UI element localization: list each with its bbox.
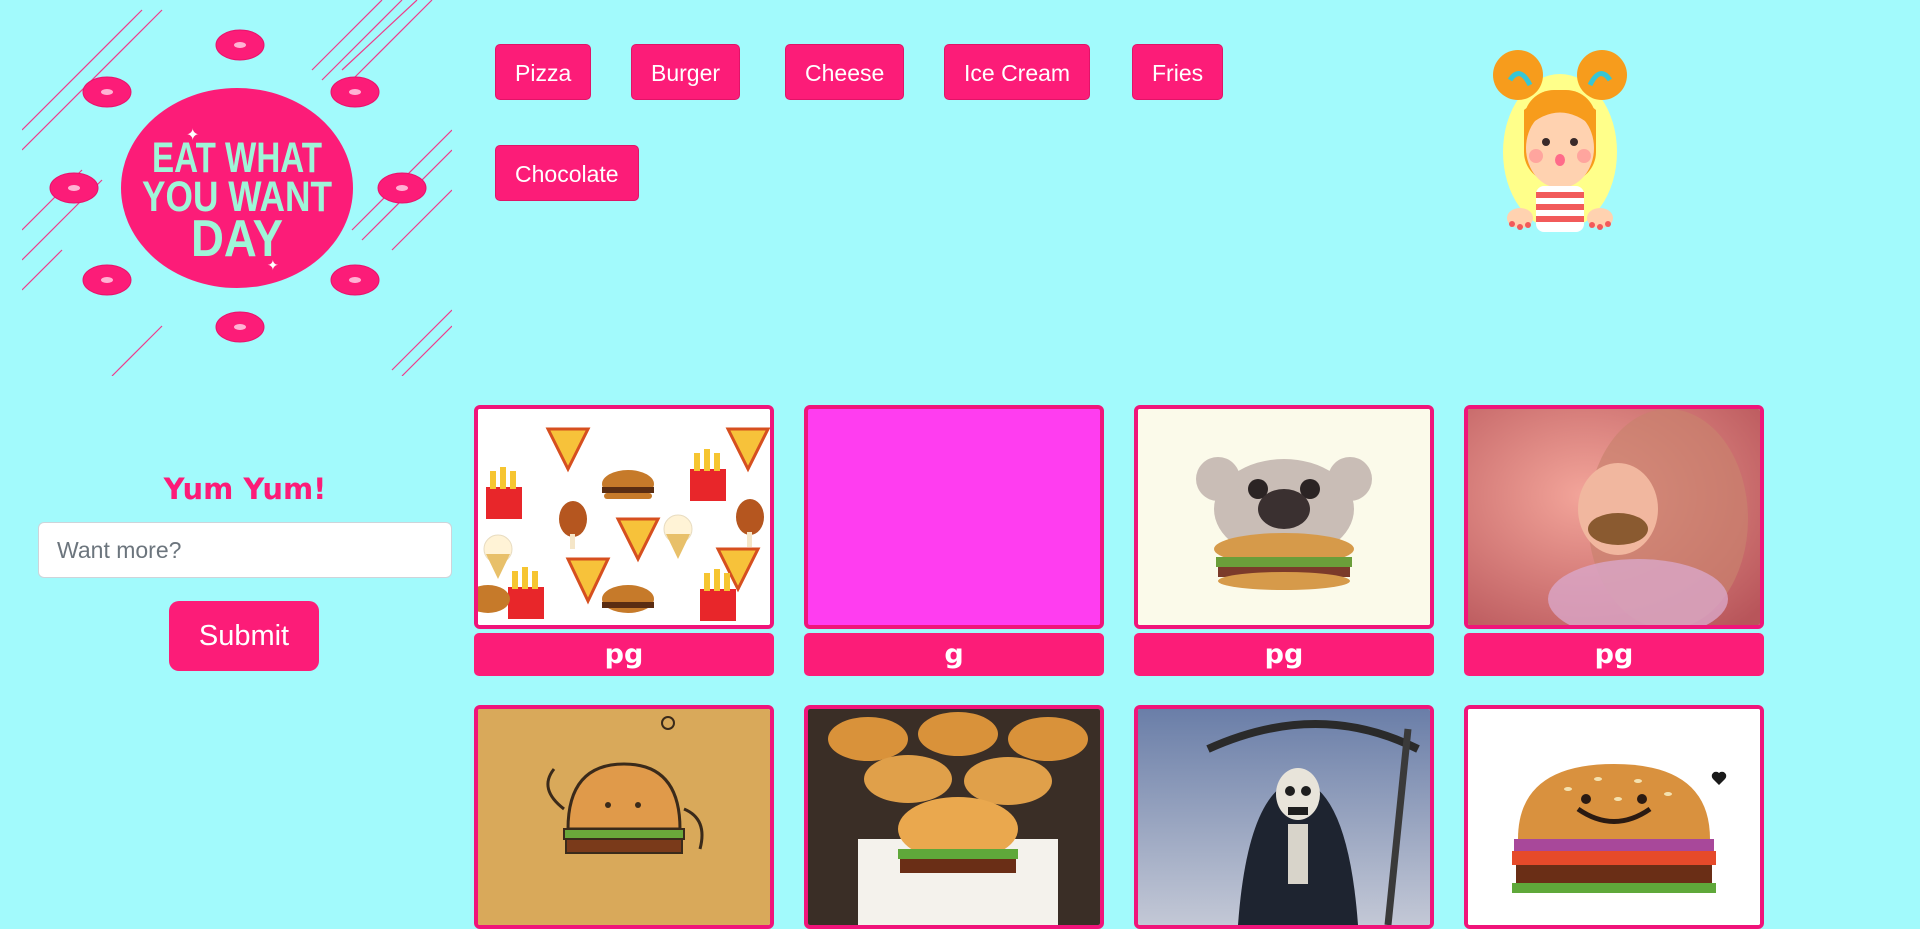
girl-mascot-icon — [1493, 50, 1627, 232]
form-title: Yum Yum! — [163, 472, 327, 506]
gif-rating: pg — [1464, 633, 1764, 676]
search-input[interactable] — [38, 522, 452, 578]
topic-button-burger[interactable]: Burger — [631, 44, 741, 100]
gif-card[interactable] — [804, 705, 1104, 929]
gif-card[interactable] — [474, 705, 774, 929]
gif-card[interactable]: pg — [474, 405, 774, 676]
topic-button-cheese[interactable]: Cheese — [785, 44, 905, 100]
cartoon-burger-image[interactable] — [474, 705, 774, 929]
girl-eating-burger-image[interactable] — [1464, 405, 1764, 629]
submit-button[interactable]: Submit — [169, 601, 319, 671]
magenta-blank-image[interactable] — [804, 405, 1104, 629]
gif-rating: pg — [474, 633, 774, 676]
gif-card[interactable]: g — [804, 405, 1104, 676]
topic-button-pizza[interactable]: Pizza — [495, 44, 592, 100]
svg-text:✦: ✦ — [267, 258, 279, 274]
gif-rating: pg — [1134, 633, 1434, 676]
gif-card[interactable]: pg — [1464, 405, 1764, 676]
topic-button-fries[interactable]: Fries — [1132, 44, 1224, 100]
gif-card[interactable]: pg — [1134, 405, 1434, 676]
koala-burger-image[interactable] — [1134, 405, 1434, 629]
topic-button-chocolate[interactable]: Chocolate — [495, 145, 639, 201]
gif-card[interactable] — [1464, 705, 1764, 929]
svg-text:✦: ✦ — [186, 125, 199, 144]
food-pattern-image[interactable] — [474, 405, 774, 629]
topic-button-ice-cream[interactable]: Ice Cream — [944, 44, 1091, 100]
eat-what-you-want-day-logo: EAT WHAT YOU WANT DAY ✦ ✦ — [22, 0, 452, 376]
gif-card[interactable] — [1134, 705, 1434, 929]
grim-reaper-image[interactable] — [1134, 705, 1434, 929]
burgers-tray-image[interactable] — [804, 705, 1104, 929]
smiling-burger-image[interactable] — [1464, 705, 1764, 929]
gif-rating: g — [804, 633, 1104, 676]
